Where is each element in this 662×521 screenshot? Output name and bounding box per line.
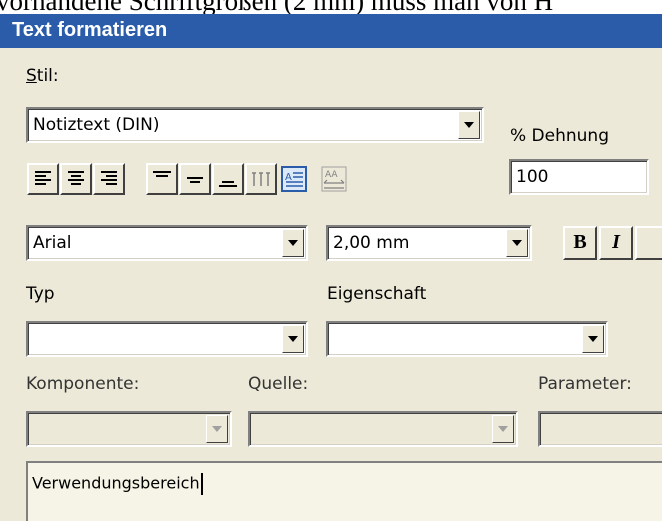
dialog-title: Text formatieren xyxy=(12,19,168,41)
bold-button[interactable]: B xyxy=(563,226,597,260)
parameter-field[interactable] xyxy=(538,411,662,447)
align-right-button[interactable] xyxy=(93,163,125,195)
text-area[interactable]: Verwendungsbereich xyxy=(26,461,662,521)
fit-text-button[interactable]: AA xyxy=(318,163,350,195)
text-area-value: Verwendungsbereich xyxy=(32,473,200,493)
dialog-titlebar: Text formatieren xyxy=(0,14,662,48)
underline-button[interactable] xyxy=(635,226,662,260)
chevron-down-icon xyxy=(206,415,228,443)
spacing-icon xyxy=(252,172,270,186)
chevron-down-icon[interactable] xyxy=(282,229,304,257)
chevron-down-icon[interactable] xyxy=(458,111,480,139)
chevron-down-icon[interactable] xyxy=(282,325,304,353)
quelle-dropdown[interactable] xyxy=(248,411,518,447)
stil-value: Notiztext (DIN) xyxy=(33,115,160,135)
text-frame-icon: A xyxy=(281,166,307,192)
align-left-icon xyxy=(35,171,51,185)
align-center-button[interactable] xyxy=(60,163,92,195)
fit-text-icon: AA xyxy=(321,166,347,192)
valign-middle-button[interactable] xyxy=(179,163,211,195)
size-value: 2,00 mm xyxy=(333,233,410,253)
text-frame-button[interactable]: A xyxy=(278,163,310,195)
valign-top-button[interactable] xyxy=(146,163,178,195)
chevron-down-icon[interactable] xyxy=(582,325,604,353)
page-heading-fragment: vorhandene Schriftgrößen (2 mm) muss man… xyxy=(0,0,662,14)
valign-bottom-icon xyxy=(219,181,237,187)
spacing-button[interactable] xyxy=(245,163,277,195)
stil-dropdown[interactable]: Notiztext (DIN) xyxy=(26,107,484,143)
align-left-button[interactable] xyxy=(27,163,59,195)
align-center-icon xyxy=(68,171,84,185)
font-value: Arial xyxy=(33,233,72,253)
italic-label: I xyxy=(612,231,620,253)
valign-top-icon xyxy=(153,171,171,177)
komponente-label: Komponente: xyxy=(26,374,140,394)
valign-middle-icon xyxy=(187,177,203,183)
size-dropdown[interactable]: 2,00 mm xyxy=(326,225,532,261)
chevron-down-icon[interactable] xyxy=(506,229,528,257)
dehnung-input[interactable]: 100 xyxy=(509,159,649,195)
bold-label: B xyxy=(573,231,587,253)
font-dropdown[interactable]: Arial xyxy=(26,225,308,261)
typ-dropdown[interactable] xyxy=(26,321,308,357)
text-caret xyxy=(200,473,203,495)
svg-text:AA: AA xyxy=(325,170,338,180)
quelle-label: Quelle: xyxy=(248,374,309,394)
dehnung-label: % Dehnung xyxy=(510,126,609,146)
eigenschaft-label: Eigenschaft xyxy=(327,284,427,304)
italic-button[interactable]: I xyxy=(599,226,633,260)
chevron-down-icon xyxy=(492,415,514,443)
komponente-dropdown[interactable] xyxy=(26,411,232,447)
typ-label: Typ xyxy=(26,284,55,304)
parameter-label: Parameter: xyxy=(538,374,632,394)
stil-label: Stil: xyxy=(26,66,59,86)
valign-bottom-button[interactable] xyxy=(212,163,244,195)
eigenschaft-dropdown[interactable] xyxy=(326,321,608,357)
align-right-icon xyxy=(101,171,117,185)
